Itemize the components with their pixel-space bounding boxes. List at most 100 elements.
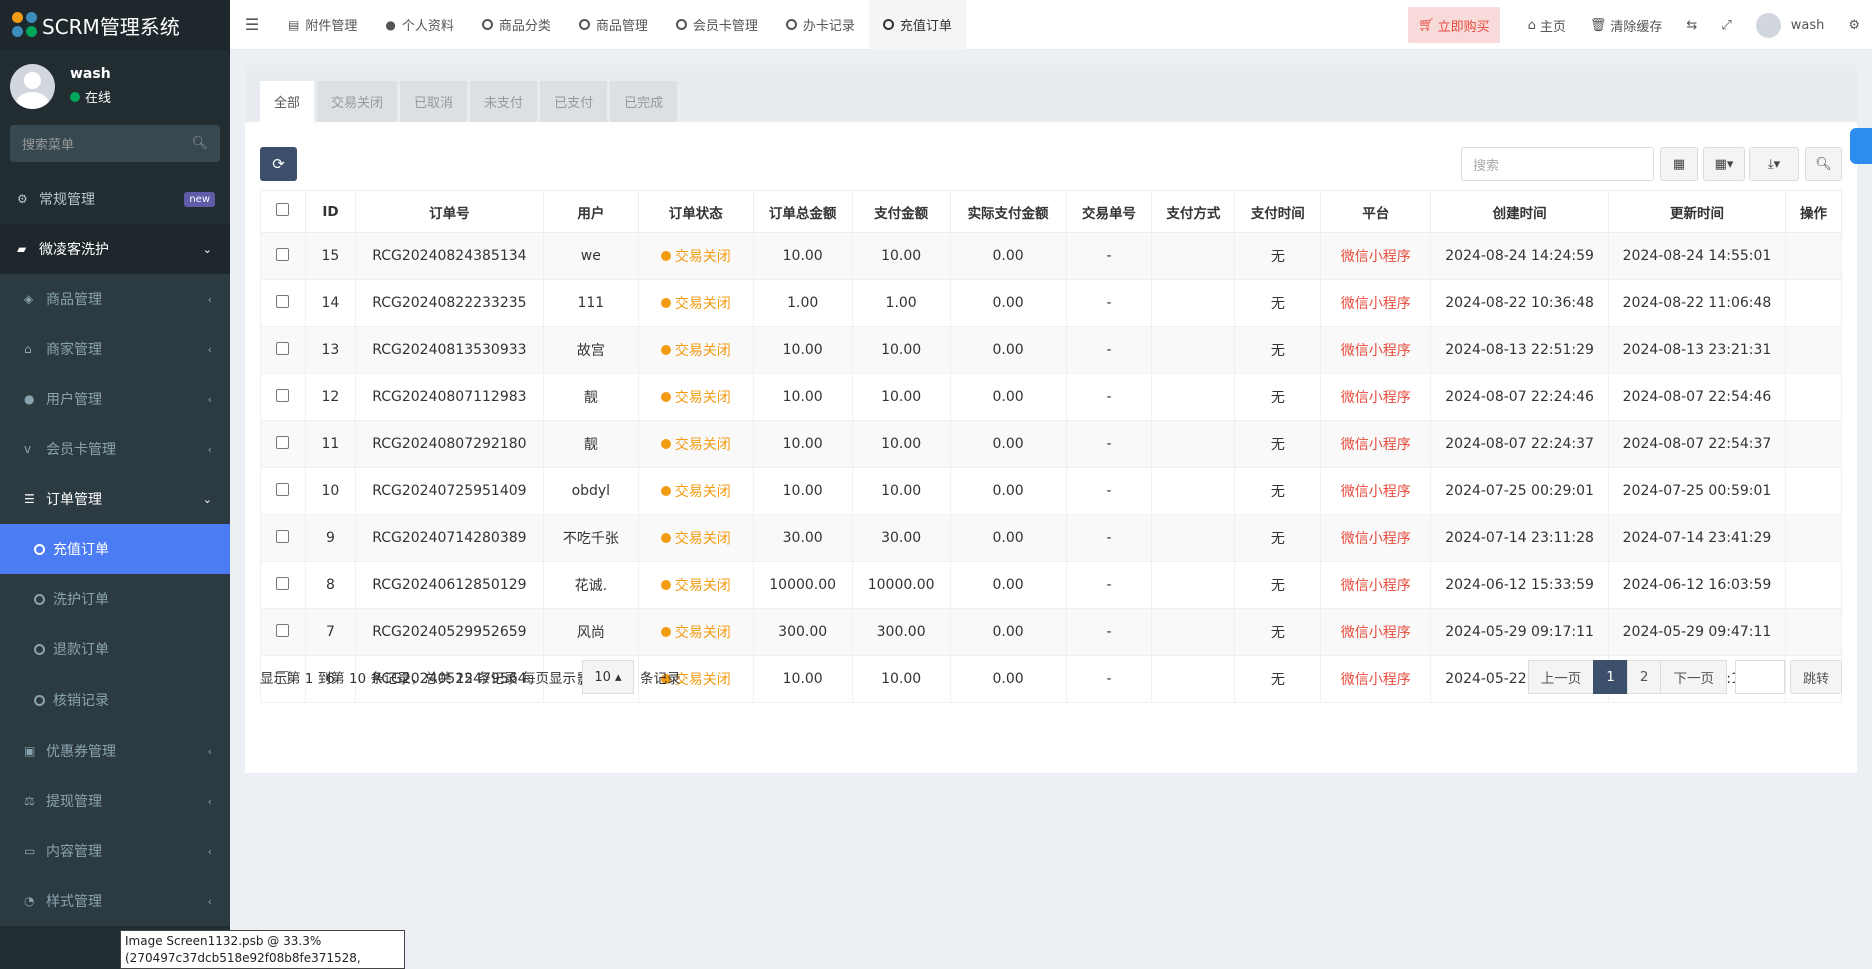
col-header[interactable]: 支付金额 — [851, 190, 951, 233]
cell-id: 10 — [304, 467, 356, 515]
home-link[interactable]: ⌂ 主页 — [1516, 16, 1578, 35]
status-tab-unpaid[interactable]: 未支付 — [470, 81, 538, 122]
col-header[interactable]: 创建时间 — [1430, 190, 1610, 233]
columns-button[interactable]: ▦▾ — [1703, 147, 1745, 181]
folder-open-icon: ▰ — [17, 242, 27, 256]
language-icon[interactable]: ⇆ — [1674, 18, 1709, 33]
row-checkbox[interactable] — [260, 279, 306, 327]
tab-recharge-orders[interactable]: 充值订单 — [868, 0, 966, 50]
col-header[interactable]: 平台 — [1320, 190, 1432, 233]
app-logo[interactable]: SCRM管理系统 — [0, 0, 230, 50]
table-row[interactable]: 10 RCG20240725951409 obdyl 交易关闭 10.00 10.00 0.… — [260, 467, 1843, 515]
table-row[interactable]: 13 RCG20240813530933 故宫 交易关闭 10.00 10.00 0.00-… — [260, 326, 1843, 374]
cell-total: 10.00 — [752, 420, 853, 468]
search-input[interactable]: 搜索 — [1461, 147, 1654, 181]
sidebar-search-input[interactable]: 搜索菜单 🔍︎ — [10, 125, 220, 162]
refresh-button[interactable]: ⟳ — [260, 147, 297, 181]
row-checkbox[interactable] — [260, 232, 306, 280]
row-checkbox[interactable] — [260, 561, 306, 609]
fullscreen-icon[interactable]: ⤢ — [1709, 18, 1743, 33]
col-header[interactable]: 交易单号 — [1065, 190, 1153, 233]
cell-trade-no: - — [1065, 373, 1153, 421]
cell-trade-no: - — [1065, 608, 1153, 656]
cell-order-no: RCG20240813530933 — [354, 326, 544, 374]
cell-paid: 300.00 — [851, 608, 951, 656]
table-row[interactable]: 12 RCG20240807112983 靓交易关闭 10.00 10.00 0.00- 无… — [260, 373, 1843, 421]
col-header[interactable]: 用户 — [542, 190, 639, 233]
col-header[interactable]: ID — [304, 190, 356, 233]
row-checkbox[interactable] — [260, 514, 306, 562]
sidebar-item-laundry-orders[interactable]: 洗护订单 — [0, 574, 230, 624]
col-header[interactable]: 订单总金额 — [752, 190, 853, 233]
row-checkbox[interactable] — [260, 467, 306, 515]
sidebar-item-verification[interactable]: 核销记录 — [0, 674, 230, 726]
cell-id: 7 — [304, 608, 356, 656]
sidebar-item-orders[interactable]: ☰ 订单管理 ⌄ — [0, 474, 230, 524]
table-row[interactable]: 15 RCG20240824385134 we 交易关闭 10.00 10.00 0.00-… — [260, 232, 1843, 280]
toggle-view-button[interactable]: ▦ — [1660, 147, 1698, 181]
row-checkbox[interactable] — [260, 420, 306, 468]
table-icon: ▦ — [1672, 156, 1686, 172]
floating-link-button[interactable] — [1850, 128, 1872, 164]
tab-card-records[interactable]: 办卡记录 — [772, 0, 869, 50]
tab-attachments[interactable]: ▤ 附件管理 — [274, 0, 371, 50]
col-header[interactable]: 实际支付金额 — [949, 190, 1067, 233]
sidebar-item-laundry[interactable]: ▰ 微凌客洗护 ⌄ — [0, 224, 230, 274]
table-row[interactable]: 14 RCG20240822233235 111 交易关闭 1.00 1.00 0.00- 无… — [260, 279, 1843, 327]
avatar — [10, 63, 55, 109]
sidebar-item-users[interactable]: ● 用户管理 ‹ — [0, 374, 230, 424]
sidebar-item-goods[interactable]: ◈ 商品管理 ‹ — [0, 274, 230, 324]
advanced-search-button[interactable]: 🔍︎ — [1805, 147, 1842, 181]
status-tab-all[interactable]: 全部 — [260, 81, 315, 122]
status-tab-completed[interactable]: 已完成 — [610, 81, 678, 122]
export-button[interactable]: ⤓▾ — [1749, 147, 1799, 181]
sidebar-item-withdraw[interactable]: ⚖ 提现管理 ‹ — [0, 776, 230, 826]
row-checkbox[interactable] — [260, 373, 306, 421]
sidebar-item-content[interactable]: ▭ 内容管理 ‹ — [0, 826, 230, 876]
sidebar-item-style[interactable]: ◔ 样式管理 ‹ — [0, 876, 230, 926]
sidebar-item-general[interactable]: ⚙ 常规管理 new — [0, 174, 230, 224]
cell-status: 交易关闭 — [637, 279, 754, 327]
row-checkbox[interactable] — [260, 608, 306, 656]
page-2-button[interactable]: 2 — [1626, 660, 1662, 694]
table-row[interactable]: 9 RCG20240714280389 不吃千张 交易关闭 30.00 30.00 0.00… — [260, 514, 1843, 562]
cell-total: 10.00 — [752, 655, 853, 703]
page-1-button[interactable]: 1 — [1593, 660, 1628, 694]
status-tab-cancelled[interactable]: 已取消 — [400, 81, 468, 122]
jump-button[interactable]: 跳转 — [1789, 660, 1842, 694]
status-tab-closed[interactable]: 交易关闭 — [317, 81, 398, 122]
col-header[interactable]: 更新时间 — [1608, 190, 1786, 233]
search-icon[interactable]: 🔍︎ — [191, 136, 208, 151]
col-header[interactable]: 订单号 — [354, 190, 544, 233]
menu-toggle-icon[interactable]: ☰ — [230, 15, 274, 34]
settings-icon[interactable]: ⚙ — [1836, 18, 1872, 33]
page-size-dropdown[interactable]: 10 ▴ — [581, 660, 634, 694]
prev-page-button[interactable]: 上一页 — [1527, 660, 1595, 694]
sidebar-item-merchant[interactable]: ⌂ 商家管理 ‹ — [0, 324, 230, 374]
next-page-button[interactable]: 下一页 — [1660, 660, 1727, 694]
row-checkbox[interactable] — [260, 326, 306, 374]
table-row[interactable]: 11 RCG20240807292180 靓交易关闭 10.00 10.00 0.00- 无… — [260, 420, 1843, 468]
table-row[interactable]: 8 RCG20240612850129 花诚. 交易关闭 10000.00 10000.0… — [260, 561, 1843, 609]
col-header[interactable]: 订单状态 — [637, 190, 754, 233]
col-header[interactable]: 支付方式 — [1151, 190, 1236, 233]
circle-icon — [481, 19, 493, 30]
cell-order-no: RCG20240714280389 — [354, 514, 544, 562]
user-menu[interactable]: wash — [1744, 12, 1837, 38]
sidebar-item-refund-orders[interactable]: 退款订单 — [0, 624, 230, 674]
logo-icon — [12, 12, 38, 38]
tab-member-card[interactable]: 会员卡管理 — [662, 0, 772, 50]
jump-page-input[interactable] — [1734, 660, 1785, 694]
select-all-checkbox[interactable] — [260, 190, 306, 233]
clear-cache-button[interactable]: 🗑︎ 清除缓存 — [1578, 16, 1675, 35]
table-row[interactable]: 7 RCG20240529952659 风尚 交易关闭 300.00 300.00 0.00… — [260, 608, 1843, 656]
tab-goods-category[interactable]: 商品分类 — [468, 0, 565, 50]
tab-profile[interactable]: ● 个人资料 — [371, 0, 468, 50]
status-tab-paid[interactable]: 已支付 — [540, 81, 608, 122]
sidebar-item-member-card[interactable]: v 会员卡管理 ‹ — [0, 424, 230, 474]
sidebar-item-coupons[interactable]: ▣ 优惠券管理 ‹ — [0, 726, 230, 776]
tab-goods[interactable]: 商品管理 — [565, 0, 662, 50]
buy-now-button[interactable]: 🛒︎ 立即购买 — [1408, 7, 1500, 43]
col-header[interactable]: 支付时间 — [1234, 190, 1322, 233]
sidebar-item-recharge-orders[interactable]: 充值订单 — [0, 524, 230, 574]
